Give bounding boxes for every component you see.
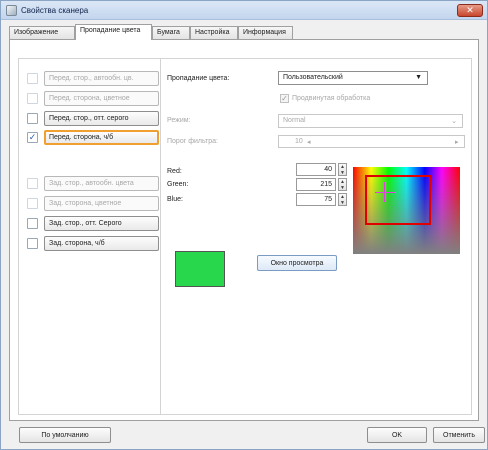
mode-checkbox[interactable]: [27, 178, 38, 189]
crosshair-icon: [384, 182, 385, 202]
mode-label: Режим:: [167, 117, 191, 124]
mode-checkbox[interactable]: [27, 113, 38, 124]
filter-slider[interactable]: 10 ◂ ▸: [278, 135, 465, 148]
mode-checkbox[interactable]: [27, 93, 38, 104]
mode-button[interactable]: Зад. сторона, ч/б: [44, 236, 159, 251]
color-picker[interactable]: [353, 167, 460, 254]
tab-color-dropout[interactable]: Пропадание цвета: [75, 24, 152, 40]
filter-value: 10: [295, 138, 303, 145]
dropdown-arrow-icon: ▼: [415, 74, 422, 81]
scanner-properties-window: Свойства сканера ✕ Изображение Пропадани…: [0, 0, 488, 450]
red-label: Red:: [167, 168, 182, 175]
mode-checkbox[interactable]: [27, 73, 38, 84]
tab-panel: Перед. стор., автообн. цв. Перед. сторон…: [9, 39, 479, 421]
advanced-checkbox[interactable]: ✓: [280, 94, 289, 103]
red-input[interactable]: 40: [296, 163, 336, 176]
mode-button[interactable]: Зад. сторона, цветное: [44, 196, 159, 211]
mode-button[interactable]: Перед. стор., отт. серого: [44, 111, 159, 126]
mode-checkbox[interactable]: [27, 198, 38, 209]
mode-button[interactable]: Зад. стор., отт. Серого: [44, 216, 159, 231]
crosshair-icon: [375, 192, 395, 193]
dropout-select[interactable]: Пользовательский ▼: [278, 71, 428, 85]
chevron-down-icon: ⌄: [451, 118, 457, 125]
preview-window-button[interactable]: Окно просмотра: [257, 255, 337, 271]
advanced-label: Продвинутая обработка: [292, 95, 371, 102]
close-button[interactable]: ✕: [457, 4, 483, 17]
mode-button[interactable]: Перед. сторона, цветное: [44, 91, 159, 106]
dropout-select-value: Пользовательский: [283, 74, 343, 81]
mode-checkbox[interactable]: [27, 238, 38, 249]
color-swatch: [175, 251, 225, 287]
mode-button-selected[interactable]: Перед. сторона, ч/б: [44, 130, 159, 145]
slider-left-arrow-icon[interactable]: ◂: [307, 138, 311, 146]
mode-checkbox-checked[interactable]: ✓: [27, 132, 38, 143]
filter-label: Порог фильтра:: [167, 138, 218, 145]
tab-information[interactable]: Информация: [238, 26, 293, 39]
dropout-label: Пропадание цвета:: [167, 75, 230, 82]
picker-selection-frame: [365, 175, 431, 225]
green-spinner[interactable]: ▲ ▼: [338, 178, 347, 191]
slider-right-arrow-icon[interactable]: ▸: [455, 138, 459, 146]
scanner-icon: [6, 5, 17, 16]
mode-select-value: Normal: [283, 117, 306, 124]
dropout-settings: Пропадание цвета: Пользовательский ▼ ✓ П…: [160, 58, 472, 415]
blue-input[interactable]: 75: [296, 193, 336, 206]
tab-settings[interactable]: Настройка: [190, 26, 238, 39]
mode-select[interactable]: Normal ⌄: [278, 114, 463, 128]
tab-paper[interactable]: Бумага: [152, 26, 190, 39]
mode-button[interactable]: Перед. стор., автообн. цв.: [44, 71, 159, 86]
red-spinner[interactable]: ▲ ▼: [338, 163, 347, 176]
green-input[interactable]: 215: [296, 178, 336, 191]
tab-image[interactable]: Изображение: [9, 26, 75, 39]
window-title: Свойства сканера: [21, 6, 89, 15]
cancel-button[interactable]: Отменить: [433, 427, 485, 443]
green-label: Green:: [167, 181, 189, 188]
blue-spinner[interactable]: ▲ ▼: [338, 193, 347, 206]
blue-label: Blue:: [167, 196, 183, 203]
title-bar: Свойства сканера ✕: [1, 1, 487, 20]
ok-button[interactable]: OK: [367, 427, 427, 443]
scan-mode-list: Перед. стор., автообн. цв. Перед. сторон…: [18, 58, 164, 415]
mode-button[interactable]: Зад. стор., автообн. цвета: [44, 176, 159, 191]
mode-checkbox[interactable]: [27, 218, 38, 229]
default-button[interactable]: По умолчанию: [19, 427, 111, 443]
